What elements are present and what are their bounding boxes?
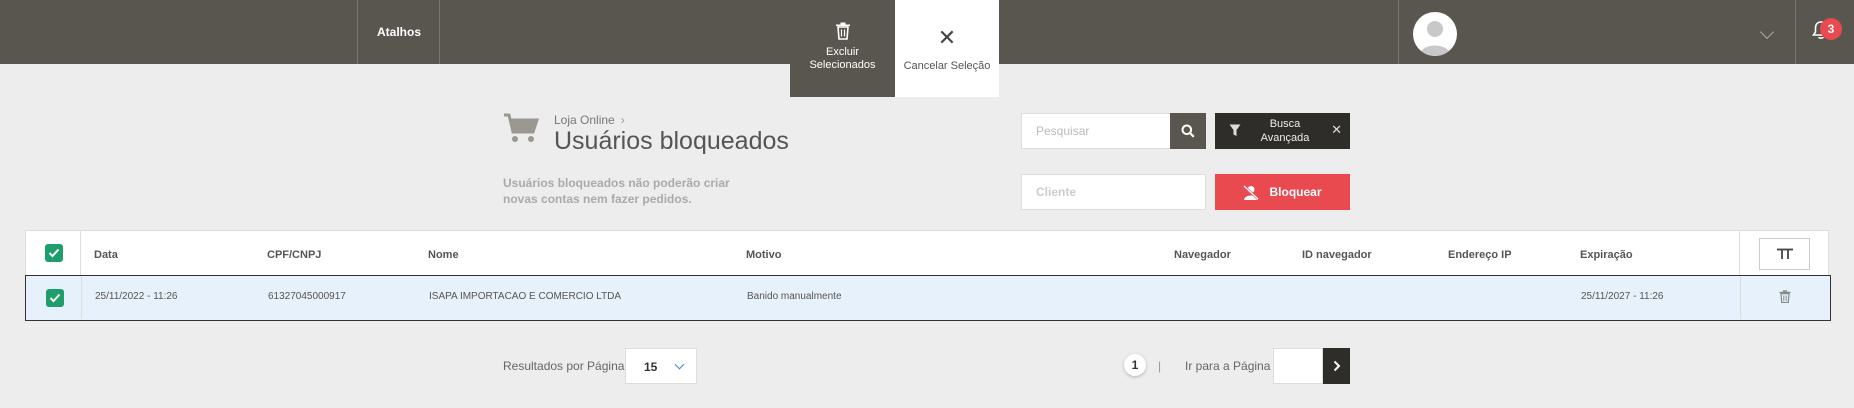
column-header-id-navegador[interactable]: ID navegador: [1302, 249, 1372, 261]
divider: [1740, 276, 1741, 319]
check-icon: [48, 248, 60, 258]
column-header-endereco-ip[interactable]: Endereço IP: [1448, 249, 1512, 261]
column-header-nome[interactable]: Nome: [428, 249, 459, 261]
user-blocked-icon: [1243, 184, 1260, 200]
columns-icon: [1776, 248, 1793, 259]
separator: [1795, 0, 1796, 64]
results-per-page-value: 15: [644, 360, 658, 374]
results-per-page-select[interactable]: 15: [625, 348, 697, 384]
delete-selected-label: Excluir: [825, 46, 859, 58]
select-all-checkbox[interactable]: [45, 244, 63, 262]
close-icon[interactable]: ✕: [1331, 123, 1342, 137]
page-description: Usuários bloqueados não poderão criar no…: [503, 176, 730, 206]
block-button-label: Bloquear: [1269, 185, 1322, 199]
search-icon: [1181, 124, 1195, 138]
page-title: Usuários bloqueados: [554, 127, 789, 155]
row-checkbox[interactable]: [46, 289, 64, 307]
advanced-search-button[interactable]: Busca Avançada ✕: [1215, 113, 1350, 149]
block-button[interactable]: Bloquear: [1215, 174, 1350, 210]
cell-data: 25/11/2022 - 11:26: [95, 291, 178, 302]
breadcrumb: Loja Online ›: [554, 113, 625, 127]
user-icon: [1419, 21, 1451, 56]
cancel-selection-button[interactable]: ✕ Cancelar Seleção: [895, 0, 999, 97]
trash-icon: [835, 22, 850, 40]
cell-nome: ISAPA IMPORTACAO E COMERCIO LTDA: [429, 291, 622, 302]
results-per-page-label: Resultados por Página: [503, 359, 625, 373]
go-to-page-input[interactable]: [1273, 348, 1323, 384]
search-button[interactable]: [1170, 113, 1206, 149]
advanced-search-label: Busca Avançada: [1260, 118, 1310, 144]
shortcuts-menu[interactable]: Atalhos: [358, 0, 440, 64]
cell-motivo: Banido manualmente: [747, 291, 842, 302]
filter-icon: [1229, 124, 1241, 136]
chevron-down-icon: [674, 359, 685, 370]
check-icon: [49, 293, 61, 303]
table-row[interactable]: 25/11/2022 - 11:26 61327045000917 ISAPA …: [25, 275, 1831, 321]
cell-cpf: 61327045000917: [268, 291, 346, 302]
pagination-separator: |: [1158, 359, 1162, 373]
delete-selected-button[interactable]: Excluir Selecionados: [790, 0, 895, 97]
delete-selected-label: Selecionados: [809, 59, 876, 71]
separator: [439, 0, 440, 64]
go-to-page-label: Ir para a Página: [1185, 359, 1271, 373]
column-settings-button[interactable]: [1759, 238, 1810, 270]
cell-expiracao: 25/11/2027 - 11:26: [1581, 291, 1664, 302]
page-button-current[interactable]: 1: [1124, 354, 1146, 376]
notification-badge: 3: [1820, 18, 1842, 40]
column-header-navegador[interactable]: Navegador: [1174, 249, 1231, 261]
column-header-data[interactable]: Data: [94, 249, 118, 261]
divider: [81, 276, 82, 319]
delete-row-trash-icon[interactable]: [1779, 290, 1791, 308]
column-header-cpf[interactable]: CPF/CNPJ: [267, 249, 321, 261]
user-avatar[interactable]: [1413, 12, 1457, 56]
chevron-right-icon: ›: [620, 113, 625, 127]
chevron-down-icon[interactable]: [1759, 24, 1775, 40]
shopping-cart-icon: [503, 112, 540, 149]
chevron-right-icon: [1333, 360, 1340, 372]
blocked-users-table: Data CPF/CNPJ Nome Motivo Navegador ID n…: [25, 230, 1831, 321]
separator: [1398, 0, 1399, 64]
cancel-selection-label: Cancelar Seleção: [903, 60, 991, 72]
search-input[interactable]: Pesquisar: [1021, 113, 1171, 149]
column-header-expiracao[interactable]: Expiração: [1580, 249, 1633, 261]
close-icon: ✕: [937, 25, 957, 50]
column-header-motivo[interactable]: Motivo: [746, 249, 781, 261]
go-to-page-button[interactable]: [1323, 348, 1350, 384]
client-input[interactable]: Cliente: [1021, 174, 1206, 210]
breadcrumb-link[interactable]: Loja Online: [554, 113, 615, 127]
